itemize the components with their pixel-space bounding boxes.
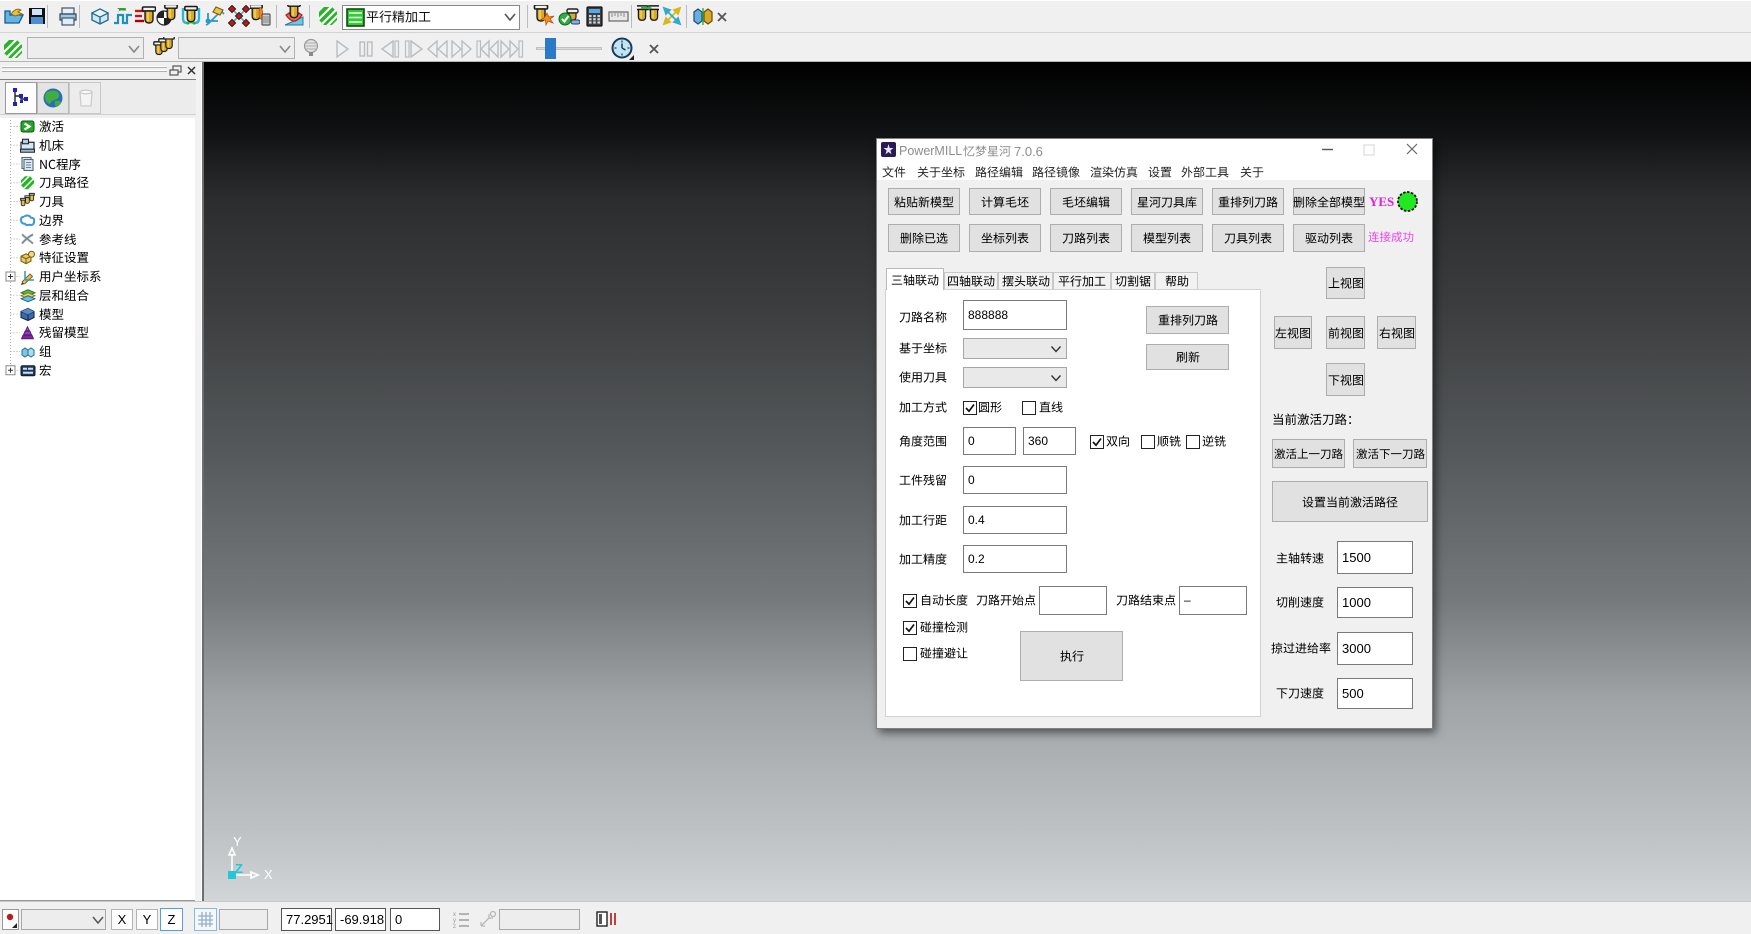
svg-text:z: z [453,924,456,928]
svg-text:Y: Y [233,834,242,849]
svg-text:Z: Z [235,861,243,876]
svg-text:X: X [264,867,273,882]
